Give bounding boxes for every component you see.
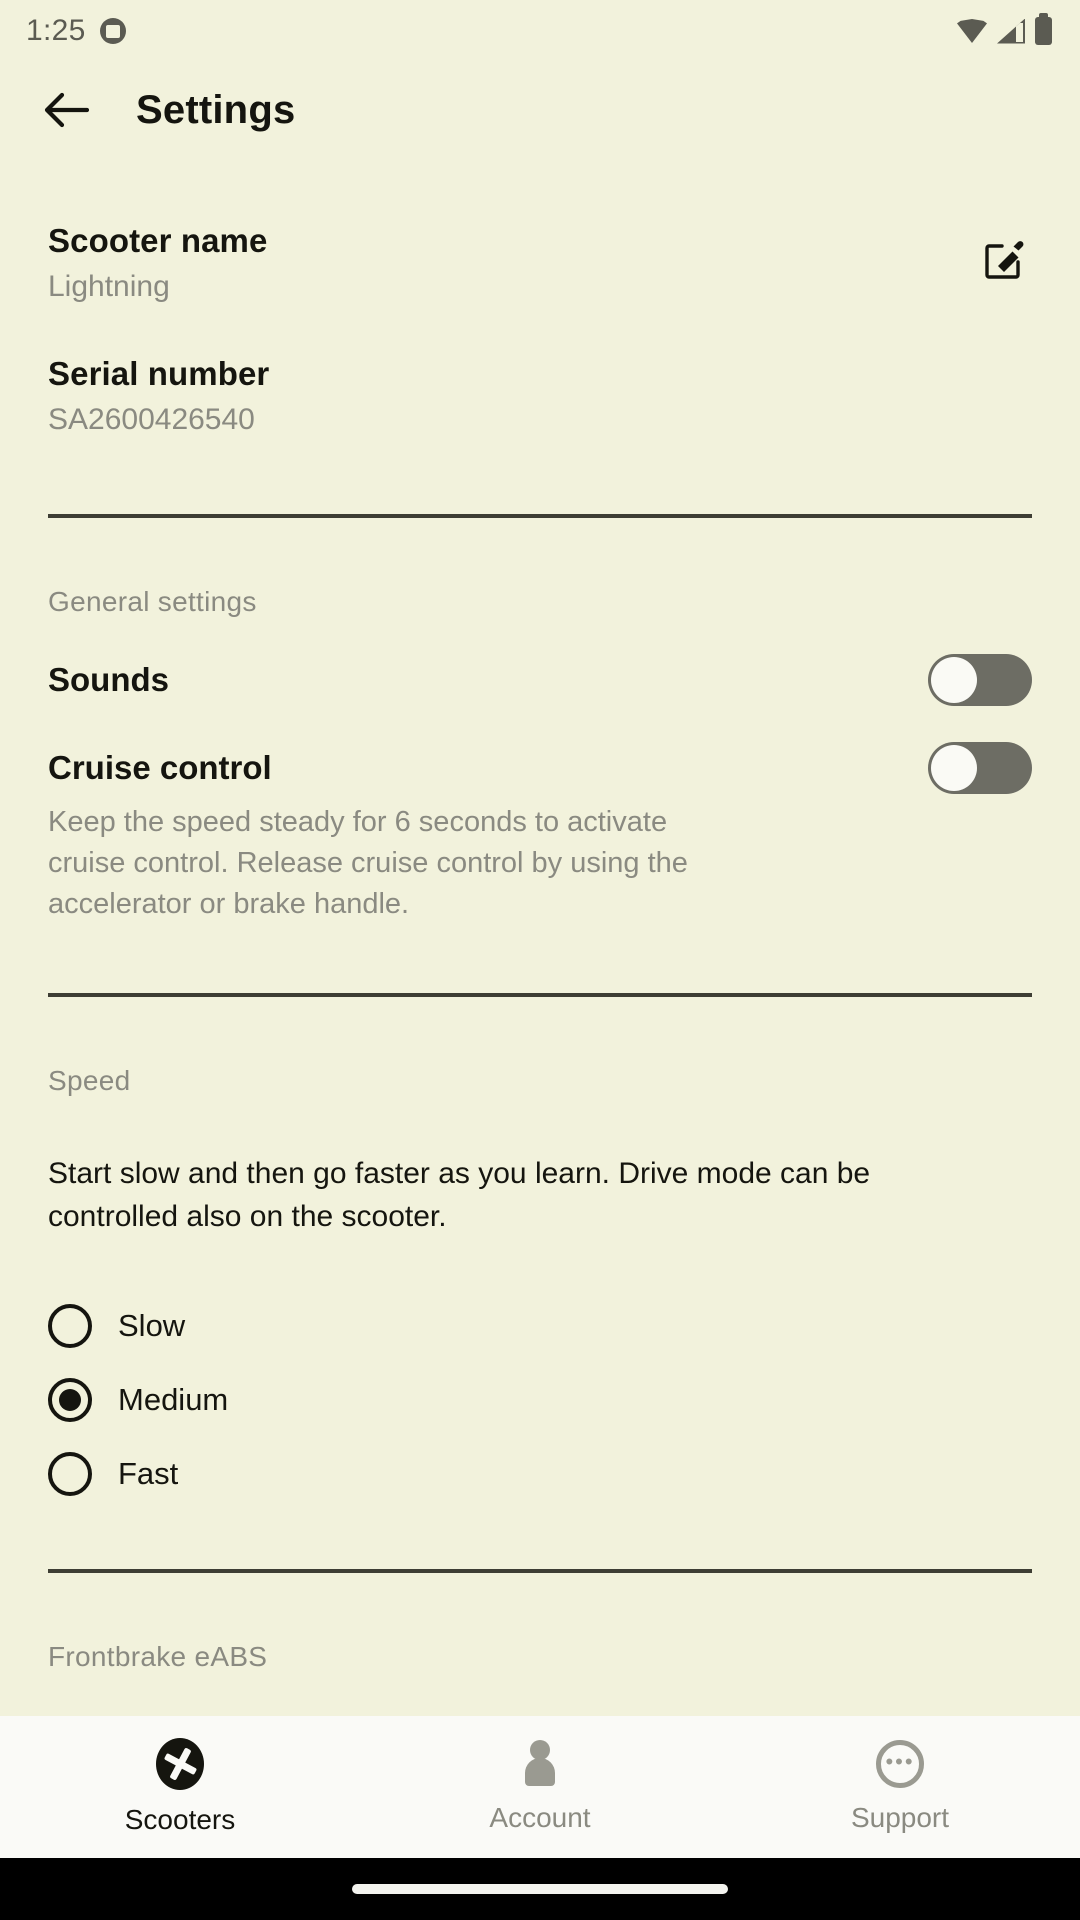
person-icon-body [525,1758,555,1786]
speed-option-medium-label: Medium [118,1381,229,1417]
edit-scooter-name-button[interactable] [976,232,1032,288]
radio-slow[interactable] [48,1303,92,1348]
cellular-signal-icon [997,18,1025,44]
cruise-control-label: Cruise control [48,748,272,786]
speed-label: Speed [48,1065,131,1097]
status-bar: 1:25 [0,0,1080,62]
speed-option-fast-label: Fast [118,1455,179,1491]
speed-option-fast[interactable]: Fast [48,1437,1032,1511]
serial-number-row: Serial number SA2600426540 [48,355,1032,438]
frontbrake-label: Frontbrake eABS [48,1640,268,1672]
speed-option-slow[interactable]: Slow [48,1289,1032,1363]
serial-number-value: SA2600426540 [48,402,255,436]
cruise-control-toggle-knob [931,744,977,791]
sounds-toggle-knob [931,656,977,703]
cruise-control-toggle[interactable] [928,741,1032,794]
person-icon [517,1740,563,1788]
status-bar-right [957,13,1052,45]
scooter-name-row[interactable]: Scooter name Lightning [48,222,1032,305]
serial-number-label: Serial number [48,354,270,392]
speed-description: Start slow and then go faster as you lea… [48,1157,871,1233]
page-title: Settings [136,87,296,132]
scooter-name-texts: Scooter name Lightning [48,222,976,305]
person-icon-head [530,1740,550,1760]
chat-bubble-dots: ••• [885,1748,915,1774]
nav-item-scooters-label: Scooters [124,1804,236,1835]
speed-option-slow-label: Slow [118,1307,186,1343]
nav-item-support-label: Support [850,1802,950,1833]
sounds-label: Sounds [48,660,169,698]
app-bar: Settings [0,62,1080,158]
nav-item-account[interactable]: Account [360,1716,720,1858]
sounds-toggle[interactable] [928,653,1032,706]
divider-1 [48,513,1032,518]
bottom-navigation: Scooters Account ••• Support [0,1716,1080,1858]
scooter-wheel-icon [156,1738,204,1790]
cruise-control-row[interactable]: Cruise control [48,741,1032,794]
radio-medium[interactable] [48,1377,92,1422]
general-settings-label: General settings [48,585,257,617]
divider-2 [48,993,1032,998]
scooter-name-label: Scooter name [48,222,268,259]
chat-bubble-icon: ••• [876,1740,924,1788]
cruise-control-description: Keep the speed steady for 6 seconds to a… [48,805,688,921]
nav-item-scooters[interactable]: Scooters [0,1716,360,1858]
speed-options: Slow Medium Fast [48,1289,1032,1511]
settings-screen: 1:25 Settings Scooter name Lightning Ser… [0,0,1080,1920]
back-arrow-icon [44,92,89,128]
speed-option-medium[interactable]: Medium [48,1363,1032,1437]
status-bar-left: 1:25 [26,14,126,48]
settings-content: Scooter name Lightning Serial number SA2… [0,158,1080,1716]
scooter-name-value: Lightning [48,269,170,303]
status-bar-clock: 1:25 [26,14,86,47]
divider-3 [48,1568,1032,1573]
app-notification-icon [99,18,126,44]
sounds-row[interactable]: Sounds [48,653,1032,706]
back-button[interactable] [34,78,98,142]
battery-icon [1035,13,1052,45]
wifi-icon [957,19,987,43]
nav-item-support[interactable]: ••• Support [720,1716,1080,1858]
system-gesture-bar [0,1858,1080,1920]
radio-fast[interactable] [48,1451,92,1496]
nav-item-account-label: Account [489,1802,591,1833]
edit-pencil-icon [985,241,1024,279]
gesture-pill[interactable] [352,1884,728,1894]
